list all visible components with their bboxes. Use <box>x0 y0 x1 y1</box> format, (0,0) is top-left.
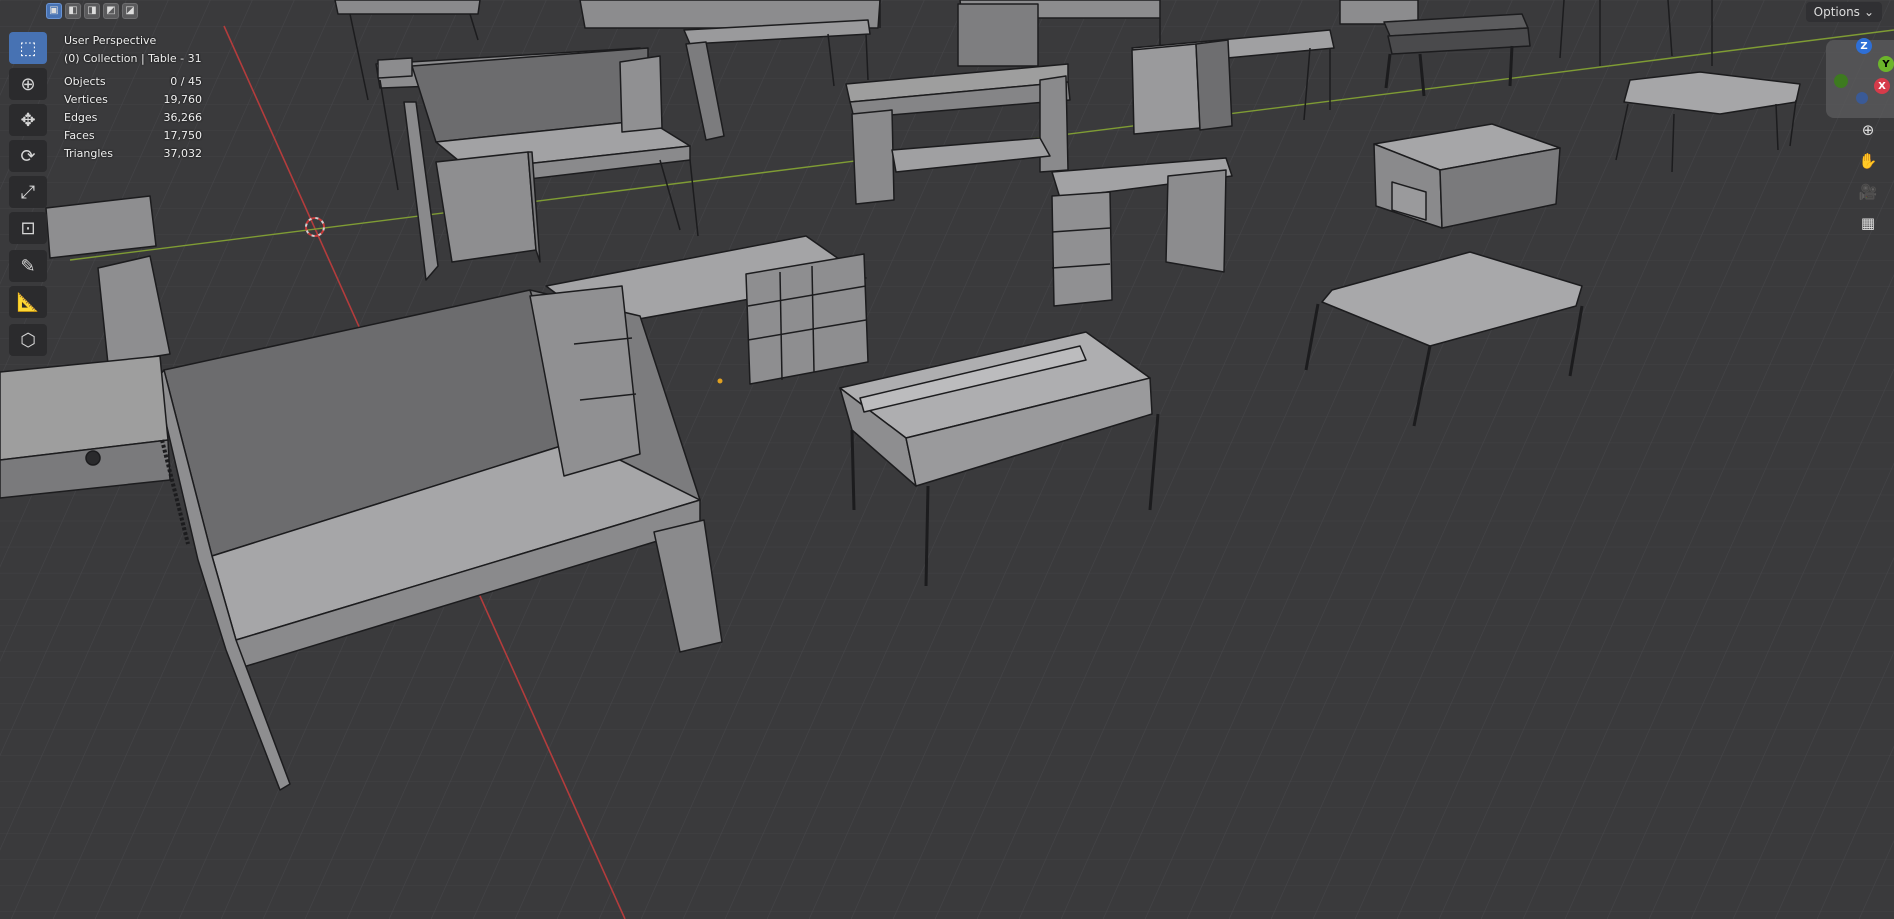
collection-label: (0) Collection | Table - 31 <box>64 52 202 65</box>
viewport-overlay-text: User Perspective (0) Collection | Table … <box>64 32 202 163</box>
annotate-tool-icon[interactable]: ✎ <box>9 250 47 282</box>
navigation-gizmo[interactable]: Z Y X <box>1818 36 1894 120</box>
neg-z-axis-handle[interactable] <box>1856 92 1868 104</box>
move-tool-icon[interactable]: ✥ <box>9 104 47 136</box>
select-subtract-icon[interactable]: ◨ <box>84 3 100 19</box>
neg-y-axis-handle[interactable] <box>1834 74 1848 88</box>
z-axis-handle[interactable]: Z <box>1856 38 1872 54</box>
stat-row-faces: Faces 17,750 <box>64 127 202 145</box>
stat-row-triangles: Triangles 37,032 <box>64 145 202 163</box>
stat-value: 0 / 45 <box>170 75 202 88</box>
stat-value: 19,760 <box>163 93 203 106</box>
stat-value: 36,266 <box>163 111 203 124</box>
stat-label: Faces <box>64 129 95 142</box>
add-cube-tool-icon[interactable]: ⬡ <box>9 324 47 356</box>
pan-hand-icon[interactable]: ✋ <box>1854 147 1882 175</box>
tool-shelf: ⬚ ⊕ ✥ ⟳ ⤢ ⊡ ✎ 📐 ⬡ <box>9 32 47 360</box>
transform-tool-icon[interactable]: ⊡ <box>9 212 47 244</box>
stat-row-vertices: Vertices 19,760 <box>64 91 202 109</box>
stat-label: Vertices <box>64 93 108 106</box>
select-new-icon[interactable]: ▣ <box>46 3 62 19</box>
scale-tool-icon[interactable]: ⤢ <box>9 176 47 208</box>
chevron-down-icon: ⌄ <box>1863 5 1874 19</box>
options-label: Options <box>1813 5 1860 19</box>
options-dropdown[interactable]: Options ⌄ <box>1805 2 1882 22</box>
origin-dot <box>717 378 723 384</box>
perspective-label: User Perspective <box>64 34 157 47</box>
select-intersect-icon[interactable]: ◪ <box>122 3 138 19</box>
stat-row-objects: Objects 0 / 45 <box>64 73 202 91</box>
scene-statistics: Objects 0 / 45 Vertices 19,760 Edges 36,… <box>64 73 202 163</box>
perspective-grid-icon[interactable]: ▦ <box>1854 209 1882 237</box>
viewport-header: ▣ ◧ ◨ ◩ ◪ Options ⌄ <box>0 0 1894 24</box>
cursor-tool-icon[interactable]: ⊕ <box>9 68 47 100</box>
stat-label: Edges <box>64 111 98 124</box>
stat-label: Triangles <box>64 147 113 160</box>
x-axis-handle[interactable]: X <box>1874 78 1890 94</box>
select-extend-icon[interactable]: ◧ <box>65 3 81 19</box>
stat-row-edges: Edges 36,266 <box>64 109 202 127</box>
rotate-tool-icon[interactable]: ⟳ <box>9 140 47 172</box>
3d-viewport[interactable]: ▣ ◧ ◨ ◩ ◪ Options ⌄ ⬚ ⊕ ✥ ⟳ ⤢ ⊡ ✎ 📐 ⬡ Us… <box>0 0 1894 919</box>
stat-value: 37,032 <box>163 147 203 160</box>
camera-icon[interactable]: 🎥 <box>1854 178 1882 206</box>
navigation-controls: ⊕ ✋ 🎥 ▦ <box>1854 116 1882 240</box>
select-mode-group: ▣ ◧ ◨ ◩ ◪ <box>46 3 138 19</box>
stat-label: Objects <box>64 75 106 88</box>
zoom-icon[interactable]: ⊕ <box>1854 116 1882 144</box>
scene-render <box>0 0 1894 919</box>
measure-tool-icon[interactable]: 📐 <box>9 286 47 318</box>
select-invert-icon[interactable]: ◩ <box>103 3 119 19</box>
select-box-tool-icon[interactable]: ⬚ <box>9 32 47 64</box>
y-axis-handle[interactable]: Y <box>1878 56 1894 72</box>
stat-value: 17,750 <box>163 129 203 142</box>
